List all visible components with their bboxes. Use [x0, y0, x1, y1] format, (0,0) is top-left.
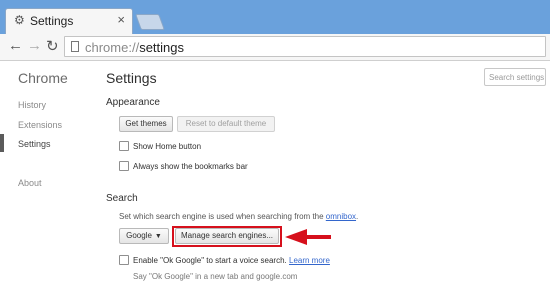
new-tab-button[interactable]: [135, 14, 165, 30]
learn-more-link[interactable]: Learn more: [289, 256, 330, 265]
search-settings-input[interactable]: Search settings: [484, 68, 546, 86]
page-title: Settings: [106, 70, 157, 86]
sidebar-item-settings[interactable]: Settings: [18, 139, 51, 149]
search-heading: Search: [106, 193, 138, 204]
ok-google-checkbox[interactable]: [119, 255, 129, 265]
back-icon[interactable]: ←: [8, 37, 23, 54]
appearance-heading: Appearance: [106, 97, 160, 108]
sidebar-item-history[interactable]: History: [18, 100, 46, 110]
annotation-arrow-head: [285, 229, 307, 245]
tab-settings[interactable]: ⚙ Settings ×: [5, 8, 133, 34]
show-home-label: Show Home button: [133, 142, 202, 151]
tab-title: Settings: [30, 14, 74, 28]
show-bookmarks-label: Always show the bookmarks bar: [133, 162, 248, 171]
page-icon: [71, 41, 79, 52]
browser-toolbar: ← → ↻ chrome://settings: [0, 34, 550, 61]
sidebar-title: Chrome: [18, 70, 68, 86]
address-bar[interactable]: chrome://settings: [64, 36, 546, 57]
ok-google-label: Enable "Ok Google" to start a voice sear…: [133, 256, 330, 265]
get-themes-button[interactable]: Get themes: [119, 116, 173, 132]
annotation-arrow-shaft: [307, 235, 331, 239]
reload-icon[interactable]: ↻: [46, 37, 59, 55]
reset-theme-button[interactable]: Reset to default theme: [177, 116, 275, 132]
search-description: Set which search engine is used when sea…: [119, 212, 359, 221]
sidebar-item-about[interactable]: About: [18, 178, 42, 188]
sidebar-item-extensions[interactable]: Extensions: [18, 120, 62, 130]
close-tab-icon[interactable]: ×: [117, 12, 125, 27]
forward-icon[interactable]: →: [27, 37, 42, 54]
gear-icon: ⚙: [14, 13, 25, 27]
show-bookmarks-checkbox[interactable]: [119, 161, 129, 171]
dropdown-arrow-icon: ▼: [154, 233, 162, 240]
omnibox-link[interactable]: omnibox: [326, 212, 356, 221]
active-indicator: [0, 134, 4, 152]
annotation-highlight-box: [172, 226, 282, 247]
ok-google-hint: Say "Ok Google" in a new tab and google.…: [133, 272, 298, 281]
search-engine-dropdown[interactable]: Google ▼: [119, 228, 169, 244]
show-home-checkbox[interactable]: [119, 141, 129, 151]
title-bar: ⚙ Settings ×: [0, 0, 550, 35]
url-text: chrome://settings: [85, 40, 184, 55]
